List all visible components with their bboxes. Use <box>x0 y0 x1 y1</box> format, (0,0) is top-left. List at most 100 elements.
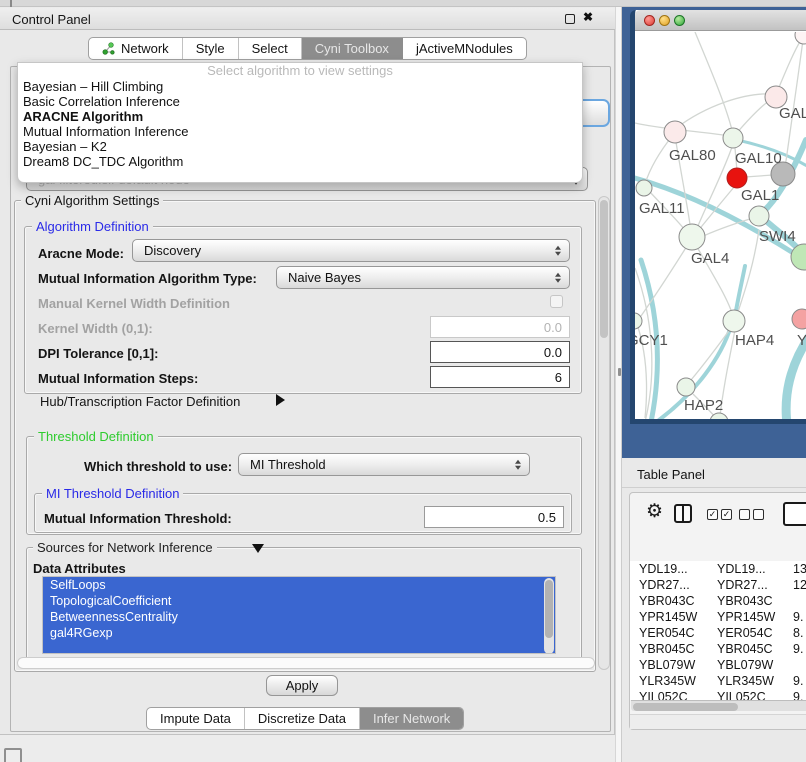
node-label: GAL4 <box>691 250 729 267</box>
table-row[interactable]: YIL052CYIL052C9. <box>630 689 806 700</box>
checked-checkbox-icon[interactable]: ✓ <box>721 509 732 520</box>
close-traffic-icon[interactable] <box>644 15 655 26</box>
dropdown-item[interactable]: Basic Correlation Inference <box>18 94 582 109</box>
tab-label: Impute Data <box>160 711 231 726</box>
network-window: GAL GAL80 GAL10 GAL1 GAL11 SWI4 GAL4 GCY… <box>630 10 806 424</box>
unchecked-checkbox-icon[interactable] <box>739 509 750 520</box>
table-row[interactable]: YDL19...YDL19...13 <box>630 561 806 577</box>
node-label: Y <box>797 332 806 349</box>
threshold-definition-title: Threshold Definition <box>34 430 158 444</box>
mi-steps-field[interactable]: 6 <box>430 366 570 388</box>
apply-button[interactable]: Apply <box>266 675 338 696</box>
expand-right-icon[interactable] <box>276 394 285 406</box>
node-label: GAL10 <box>735 150 782 167</box>
network-desktop: GAL GAL80 GAL10 GAL1 GAL11 SWI4 GAL4 GCY… <box>622 7 806 458</box>
node-hap2[interactable] <box>677 378 695 396</box>
cell: YDL19... <box>630 562 717 576</box>
table-row[interactable]: YDR27...YDR27...12 <box>630 577 806 593</box>
dropdown-item[interactable]: Mutual Information Inference <box>18 124 582 139</box>
table-horizontal-scrollbar[interactable] <box>631 700 806 711</box>
tab-style[interactable]: Style <box>183 38 239 59</box>
dropdown-item[interactable]: Dream8 DC_TDC Algorithm <box>18 154 582 169</box>
node-salmon[interactable] <box>792 309 806 329</box>
table-row[interactable]: YBR045CYBR045C9. <box>630 641 806 657</box>
minimized-panel-icon[interactable] <box>4 748 22 762</box>
cell: YBR045C <box>717 642 793 656</box>
list-item[interactable]: BetweennessCentrality <box>43 609 555 625</box>
gear-icon[interactable]: ⚙ <box>646 502 663 521</box>
manual-kernel-checkbox[interactable] <box>550 295 563 308</box>
list-item[interactable]: TopologicalCoefficient <box>43 593 555 609</box>
cell: YDL19... <box>717 562 793 576</box>
dpi-tolerance-value: 0.0 <box>544 345 562 360</box>
float-icon[interactable] <box>565 14 575 24</box>
mi-threshold-field[interactable]: 0.5 <box>424 506 564 528</box>
divider <box>622 487 806 488</box>
node-gal11[interactable] <box>636 180 652 196</box>
bottom-tabbar: Impute Data Discretize Data Infer Networ… <box>146 707 464 730</box>
node[interactable] <box>795 32 806 44</box>
cell: YBL079W <box>717 658 793 672</box>
minimize-traffic-icon[interactable] <box>659 15 670 26</box>
panel-splitter[interactable] <box>615 7 622 762</box>
tab-label: Select <box>252 41 288 56</box>
data-attributes-label: Data Attributes <box>33 561 126 576</box>
cell: 13 <box>793 562 806 576</box>
dropdown-item[interactable]: Bayesian – Hill Climbing <box>18 79 582 94</box>
zoom-traffic-icon[interactable] <box>674 15 685 26</box>
node-label: SWI4 <box>759 228 796 245</box>
table-row[interactable]: YPR145WYPR145W9. <box>630 609 806 625</box>
list-vertical-scrollbar[interactable] <box>544 578 554 654</box>
cell: 9. <box>793 674 803 688</box>
dropdown-item-highlighted[interactable]: ARACNE Algorithm <box>18 109 582 124</box>
dpi-tolerance-label: DPI Tolerance [0,1]: <box>38 346 158 361</box>
table-horizontal-scrollbar-thumb[interactable] <box>633 703 738 711</box>
table-row[interactable]: YER054CYER054C8. <box>630 625 806 641</box>
table-row[interactable]: YBL079WYBL079W <box>630 657 806 673</box>
node-gal4[interactable] <box>679 224 705 250</box>
settings-horizontal-scrollbar[interactable] <box>17 657 595 669</box>
unchecked-checkbox-icon[interactable] <box>753 509 764 520</box>
aracne-mode-combo[interactable]: Discovery <box>132 239 570 262</box>
settings-vertical-scrollbar[interactable] <box>598 196 610 670</box>
kernel-width-field[interactable]: 0.0 <box>430 316 570 338</box>
node-gal80[interactable] <box>664 121 686 143</box>
list-item[interactable]: SelfLoops <box>43 577 555 593</box>
node-hap4[interactable] <box>723 310 745 332</box>
tab-select[interactable]: Select <box>239 38 302 59</box>
settings-vertical-scrollbar-thumb[interactable] <box>600 200 608 338</box>
network-canvas[interactable]: GAL GAL80 GAL10 GAL1 GAL11 SWI4 GAL4 GCY… <box>635 32 806 419</box>
dropdown-placeholder: Select algorithm to view settings <box>18 63 582 79</box>
which-threshold-combo[interactable]: MI Threshold <box>238 453 530 476</box>
node-swi4[interactable] <box>749 206 769 226</box>
column-layout-icon[interactable] <box>674 504 692 523</box>
node-gal1-selected[interactable] <box>727 168 747 188</box>
close-icon[interactable]: ✖ <box>583 10 593 24</box>
node-gal10[interactable] <box>723 128 743 148</box>
checked-checkbox-icon[interactable]: ✓ <box>707 509 718 520</box>
dpi-tolerance-field[interactable]: 0.0 <box>430 341 570 363</box>
sources-group-title: Sources for Network Inference <box>33 541 217 555</box>
splitter-handle[interactable] <box>618 368 621 376</box>
network-window-titlebar[interactable] <box>635 10 806 31</box>
node-label: HAP2 <box>684 397 723 414</box>
tab-infer-network[interactable]: Infer Network <box>360 708 463 729</box>
list-item[interactable]: gal4RGexp <box>43 625 555 641</box>
network-nodes[interactable] <box>635 32 806 419</box>
tab-discretize-data[interactable]: Discretize Data <box>245 708 360 729</box>
tab-network[interactable]: Network <box>89 38 183 59</box>
settings-group-title: Cyni Algorithm Settings <box>21 194 163 208</box>
cell: YPR145W <box>717 610 793 624</box>
dropdown-item[interactable]: Bayesian – K2 <box>18 139 582 154</box>
tab-cyni-toolbox[interactable]: Cyni Toolbox <box>302 38 403 59</box>
list-vertical-scrollbar-thumb[interactable] <box>545 580 553 638</box>
tab-jactivemnodules[interactable]: jActiveMNodules <box>403 38 526 59</box>
new-table-icon[interactable] <box>783 502 806 526</box>
table-row[interactable]: YBR043CYBR043C <box>630 593 806 609</box>
tab-impute-data[interactable]: Impute Data <box>147 708 245 729</box>
collapse-down-icon[interactable] <box>252 544 264 553</box>
mi-type-combo[interactable]: Naive Bayes <box>276 266 570 289</box>
mi-type-label: Mutual Information Algorithm Type: <box>38 271 257 286</box>
node-label: GAL <box>779 105 806 122</box>
table-row[interactable]: YLR345WYLR345W9. <box>630 673 806 689</box>
